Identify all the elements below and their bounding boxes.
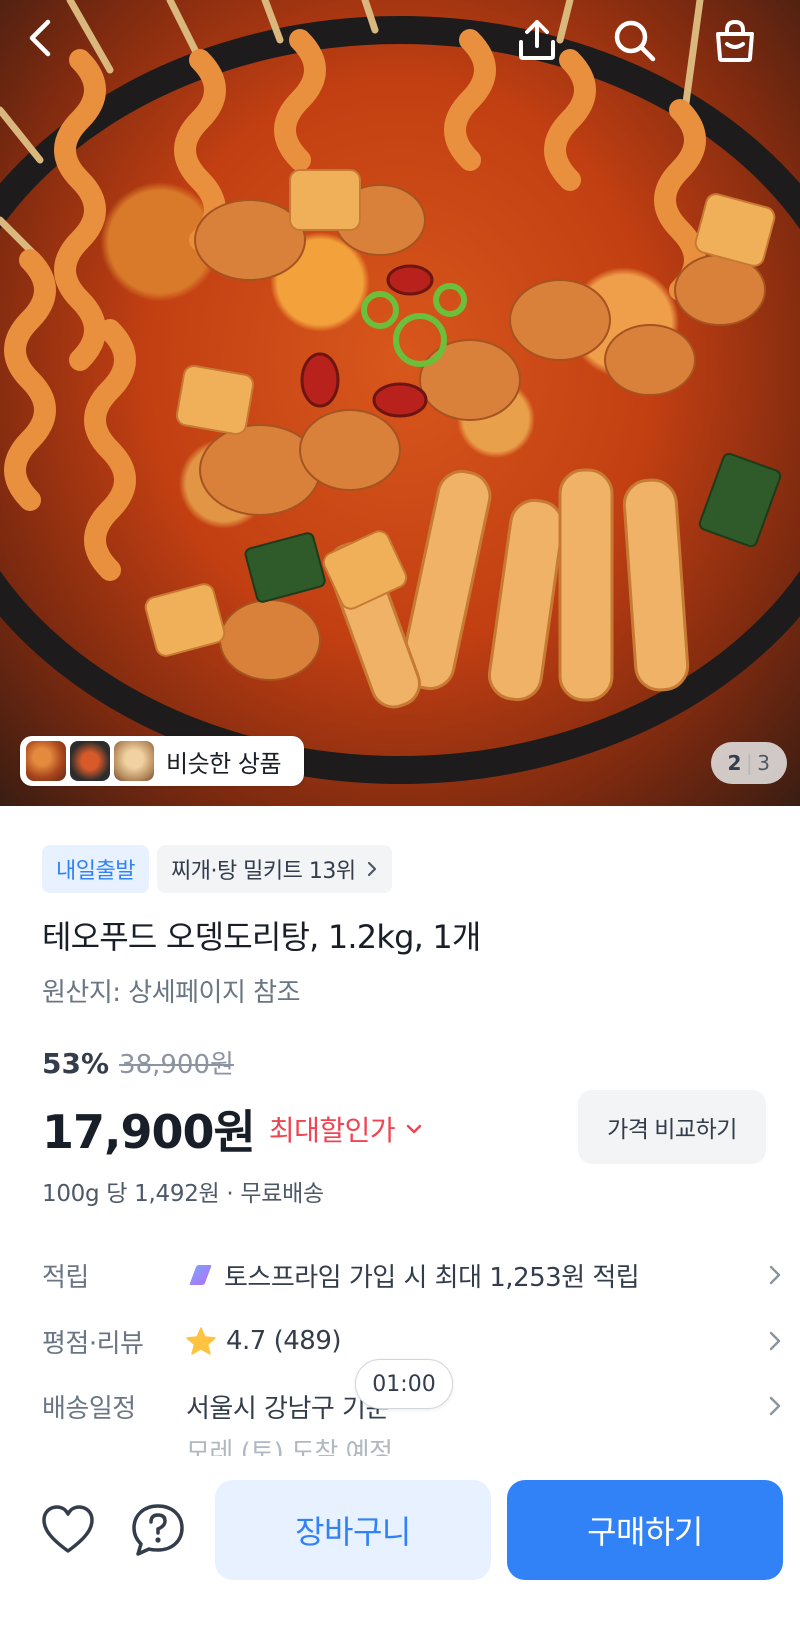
sale-price: 17,900원 <box>42 1105 256 1159</box>
review-value-wrap: 4.7 (489) <box>186 1326 752 1356</box>
share-icon <box>519 20 555 60</box>
product-detail-page: 비슷한 상품 2 | 3 내일출발 찌개·탕 밀키트 13위 테오푸드 오뎅도리… <box>0 0 800 1649</box>
current-page: 2 <box>727 751 742 775</box>
similar-products-button[interactable]: 비슷한 상품 <box>20 736 304 786</box>
add-to-cart-button[interactable]: 장바구니 <box>215 1480 491 1580</box>
share-button[interactable] <box>515 18 571 74</box>
wishlist-button[interactable] <box>38 1500 98 1560</box>
question-bubble-icon <box>132 1504 184 1556</box>
delivery-badge: 내일출발 <box>42 845 149 893</box>
chevron-left-icon <box>29 19 51 57</box>
price-compare-button[interactable]: 가격 비교하기 <box>578 1090 766 1164</box>
product-title: 테오푸드 오뎅도리탕, 1.2kg, 1개 <box>42 918 481 956</box>
chevron-right-icon <box>752 1395 782 1417</box>
food-illustration <box>0 0 800 784</box>
search-button[interactable] <box>612 18 668 74</box>
chevron-right-icon <box>752 1330 782 1352</box>
similar-thumbnail <box>26 741 66 781</box>
page-separator: | <box>745 751 754 775</box>
points-row[interactable]: 적립 토스프라임 가입 시 최대 1,253원 적립 <box>42 1250 782 1300</box>
inquiry-button[interactable] <box>128 1500 188 1560</box>
price-row: 17,900원 최대할인가 <box>42 1096 423 1162</box>
back-button[interactable] <box>24 18 80 74</box>
buy-now-button[interactable]: 구매하기 <box>507 1480 783 1580</box>
points-value-wrap: 토스프라임 가입 시 최대 1,253원 적립 <box>186 1257 752 1294</box>
product-badges: 내일출발 찌개·탕 밀키트 13위 <box>42 845 392 893</box>
original-price: 38,900원 <box>119 1050 234 1080</box>
shopping-bag-icon <box>716 19 754 62</box>
ranking-badge[interactable]: 찌개·탕 밀키트 13위 <box>156 845 392 893</box>
toss-prime-icon <box>186 1263 214 1287</box>
chevron-down-icon[interactable] <box>405 1123 423 1135</box>
chevron-right-icon <box>752 1264 782 1286</box>
star-icon <box>186 1327 216 1355</box>
product-image[interactable]: 비슷한 상품 2 | 3 <box>0 0 800 806</box>
unit-price-shipping: 100g 당 1,492원 · 무료배송 <box>42 1181 324 1207</box>
search-icon <box>614 20 656 62</box>
max-discount-dropdown[interactable]: 최대할인가 <box>269 1109 396 1149</box>
delivery-badge-label: 내일출발 <box>56 859 135 884</box>
cart-button[interactable] <box>712 18 768 74</box>
heart-icon <box>42 1505 94 1553</box>
delivery-label: 배송일정 <box>42 1393 136 1424</box>
discount-row: 53% 38,900원 <box>42 1044 234 1081</box>
similar-products-label: 비슷한 상품 <box>166 749 282 778</box>
similar-thumbnail <box>114 741 154 781</box>
discount-percent: 53% <box>42 1047 110 1080</box>
points-value: 토스프라임 가입 시 최대 1,253원 적립 <box>224 1262 640 1293</box>
image-page-indicator: 2 | 3 <box>711 742 787 784</box>
similar-thumbnail <box>70 741 110 781</box>
points-label: 적립 <box>42 1262 89 1293</box>
review-value: 4.7 (489) <box>226 1326 342 1356</box>
delivery-value: 서울시 강남구 기준 <box>186 1393 389 1424</box>
timer-badge: 01:00 <box>355 1359 453 1409</box>
review-label: 평점·리뷰 <box>42 1328 144 1359</box>
chevron-right-icon <box>367 861 376 877</box>
product-origin: 원산지: 상세페이지 참조 <box>42 978 301 1008</box>
total-pages: 3 <box>757 751 771 775</box>
ranking-badge-label: 찌개·탕 밀키트 13위 <box>170 859 356 884</box>
